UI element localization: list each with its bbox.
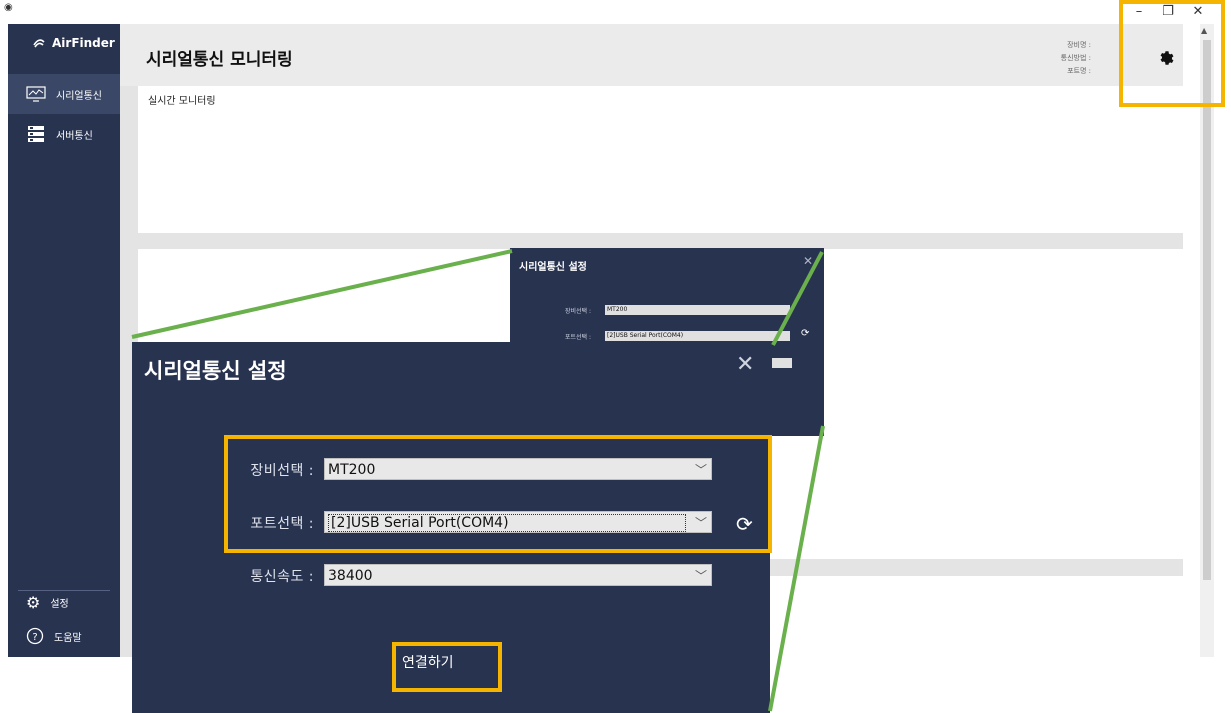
callout-lines xyxy=(131,249,825,712)
callout-line-top-right xyxy=(771,251,824,346)
highlight-device-port-fields xyxy=(224,435,772,553)
callout-line-bottom-right xyxy=(768,425,825,712)
callout-line-left xyxy=(131,249,513,339)
highlight-connect-button xyxy=(392,642,502,692)
highlight-settings-area xyxy=(1119,0,1225,107)
